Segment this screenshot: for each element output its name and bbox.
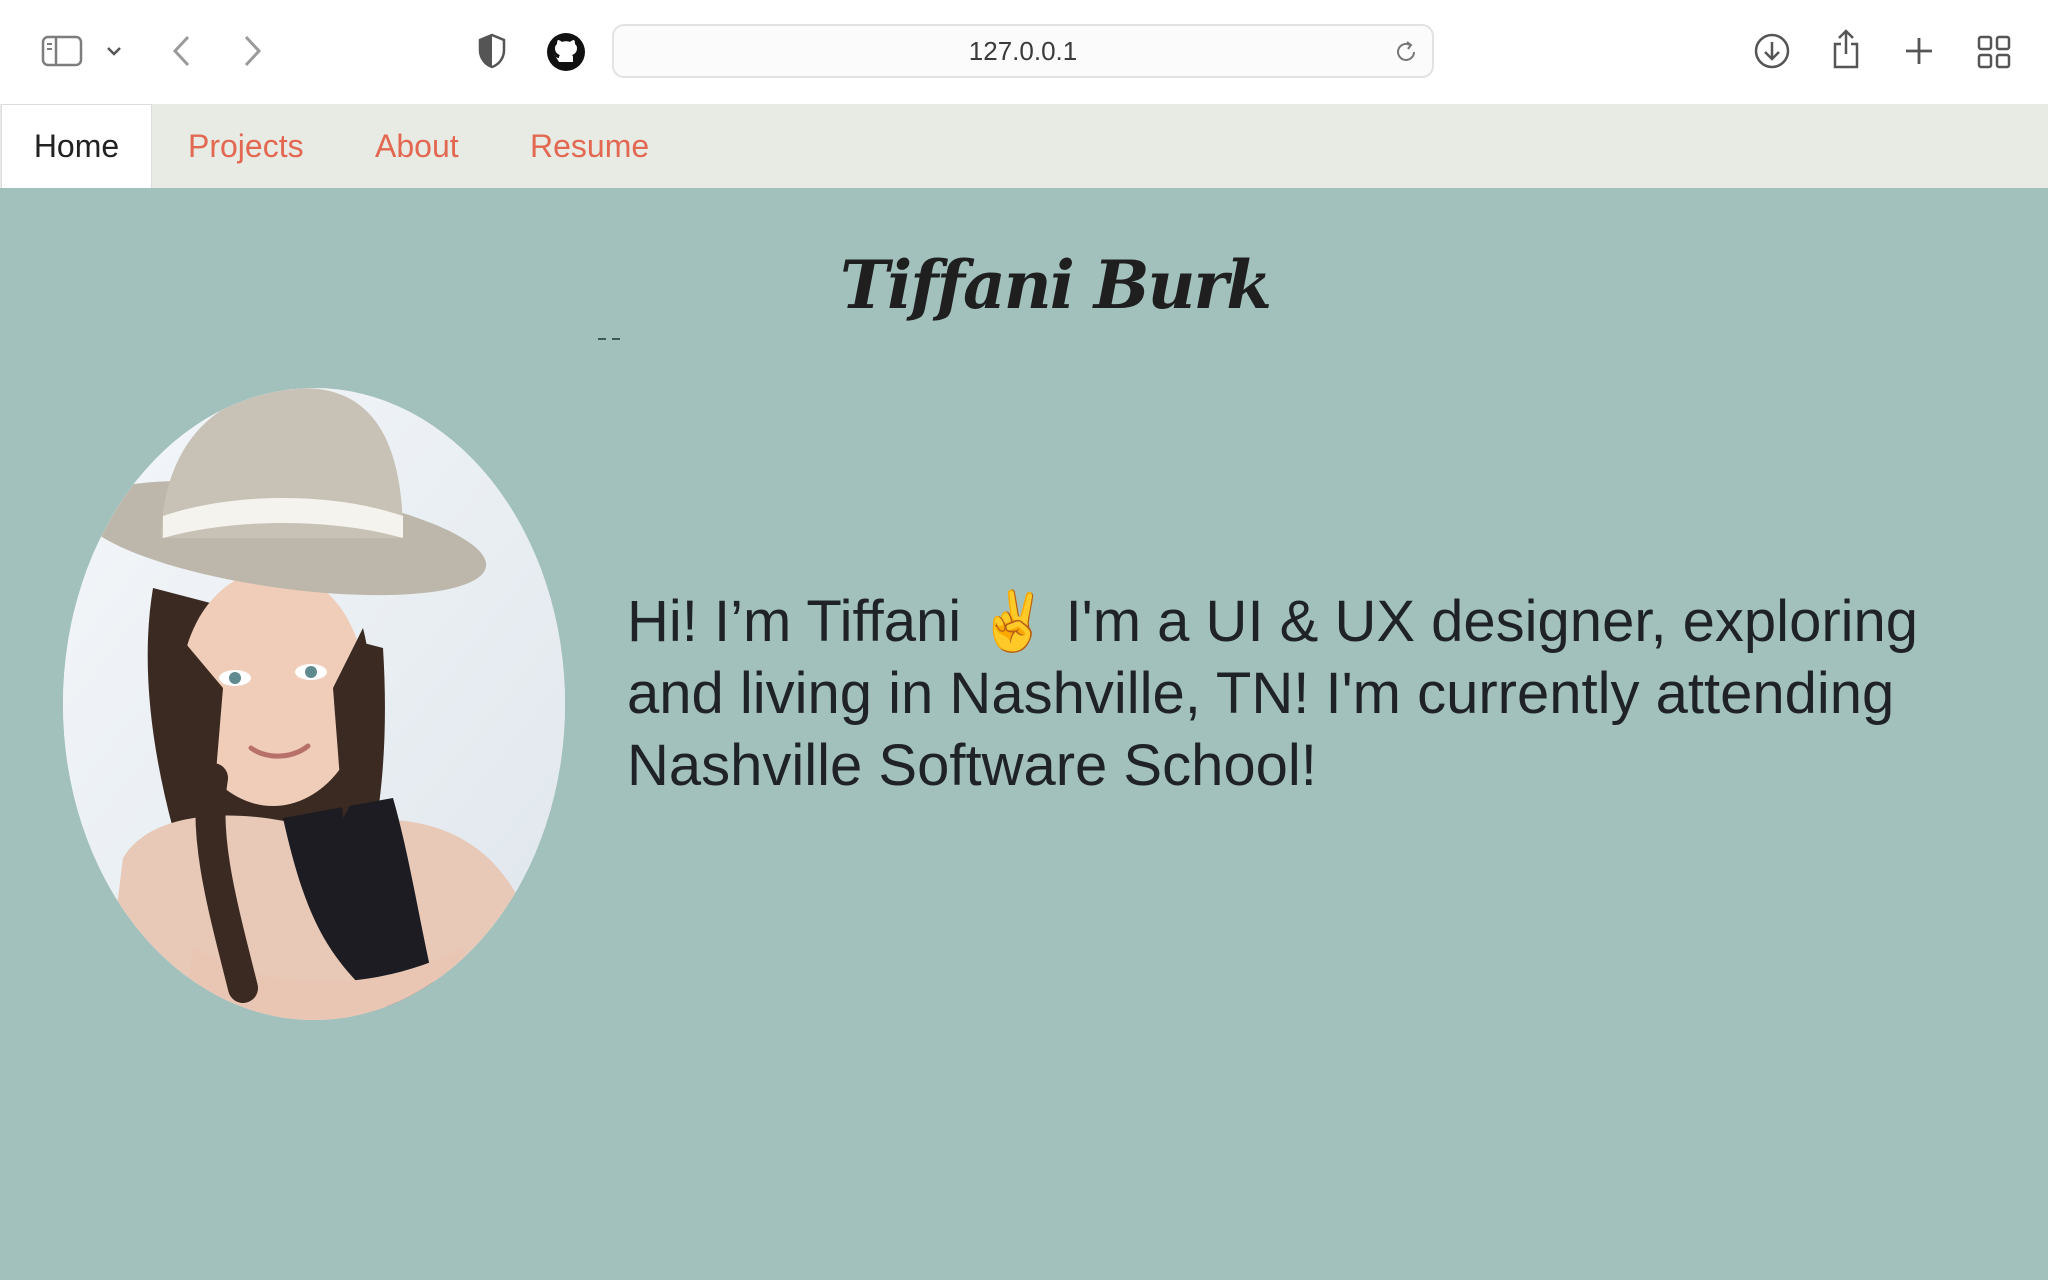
- bio-text: Hi! I’m Tiffani ✌️ I'm a UI & UX designe…: [627, 589, 1919, 798]
- shield-icon[interactable]: [474, 30, 510, 72]
- share-icon[interactable]: [1828, 26, 1864, 72]
- nav-tab-projects[interactable]: Projects: [188, 104, 304, 188]
- forward-icon[interactable]: [234, 30, 270, 72]
- chevron-down-icon[interactable]: [102, 38, 126, 64]
- profile-photo: [63, 388, 565, 1020]
- download-icon[interactable]: [1752, 30, 1792, 72]
- nav-tab-about[interactable]: About: [375, 104, 459, 188]
- url-text[interactable]: 127.0.0.1: [614, 26, 1432, 76]
- back-icon[interactable]: [164, 30, 200, 72]
- site-nav: Home Projects About Resume: [0, 104, 2048, 188]
- nav-tab-resume[interactable]: Resume: [530, 104, 649, 188]
- decorative-mark: [598, 338, 620, 340]
- nav-tab-home[interactable]: Home: [1, 104, 152, 188]
- site-title: Tiffani Burk: [839, 246, 1272, 324]
- new-tab-icon[interactable]: [1900, 32, 1938, 70]
- tab-overview-icon[interactable]: [1974, 32, 2014, 72]
- sidebar-icon[interactable]: [38, 32, 86, 70]
- browser-toolbar: 127.0.0.1: [0, 0, 2048, 105]
- reload-icon[interactable]: [1392, 38, 1420, 71]
- address-bar[interactable]: 127.0.0.1: [612, 24, 1434, 78]
- github-icon[interactable]: [544, 30, 588, 74]
